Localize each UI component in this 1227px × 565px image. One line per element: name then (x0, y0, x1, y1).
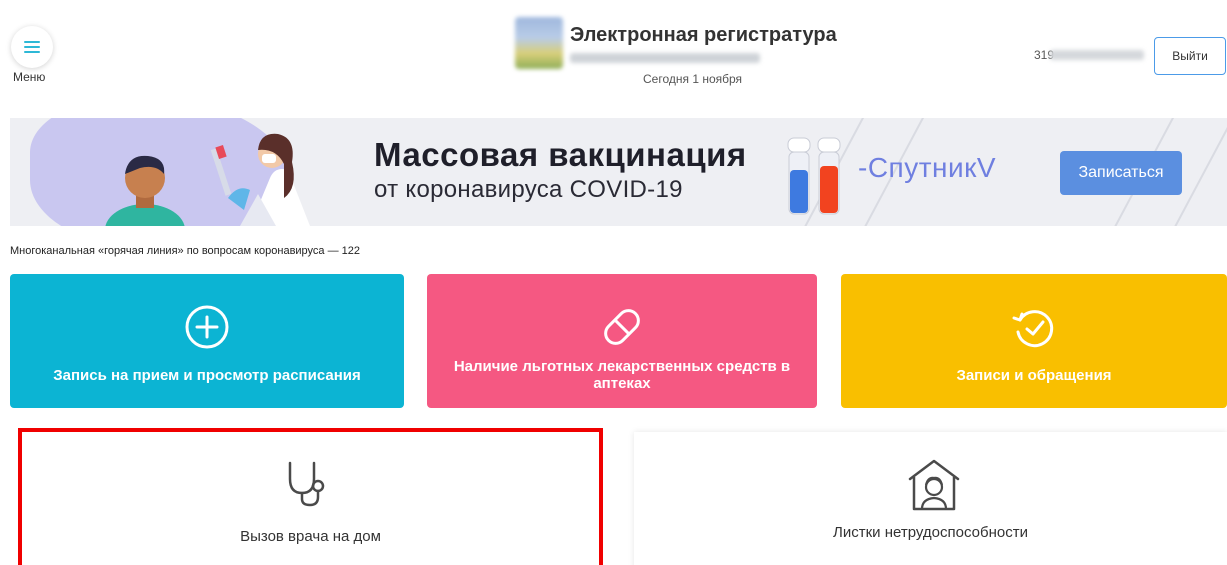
plus-circle-icon (185, 305, 229, 349)
vaccination-illustration (105, 133, 310, 226)
vaccination-banner: Массовая вакцинация от коронавируса COVI… (10, 118, 1227, 226)
today-date: Сегодня 1 ноября (643, 72, 743, 86)
user-id-redacted (1050, 50, 1144, 60)
menu-label: Меню (13, 70, 46, 84)
app-subtitle-redacted (570, 53, 760, 63)
history-clock-icon (1012, 310, 1054, 348)
menu-button[interactable] (11, 26, 53, 68)
signup-button[interactable]: Записаться (1060, 151, 1182, 195)
card-home-doctor[interactable]: Вызов врача на дом (18, 428, 603, 565)
stethoscope-icon (288, 461, 325, 507)
house-person-icon (908, 459, 960, 511)
pill-icon (604, 309, 640, 345)
app-title: Электронная регистратура (570, 24, 837, 46)
tile-appointment-label: Запись на прием и просмотр расписания (53, 367, 361, 384)
hamburger-icon (24, 41, 40, 53)
tile-medicines-label: Наличие льготных лекарственных средств в… (453, 358, 791, 392)
app-logo (515, 17, 563, 69)
tile-appointment[interactable]: Запись на прием и просмотр расписания (10, 274, 404, 408)
logout-button[interactable]: Выйти (1154, 37, 1226, 75)
vaccine-vials-icon (787, 137, 841, 215)
card-sick-leave-label: Листки нетрудоспособности (833, 524, 1028, 541)
tile-records[interactable]: Записи и обращения (841, 274, 1227, 408)
card-sick-leave[interactable]: Листки нетрудоспособности (634, 432, 1227, 565)
tile-records-label: Записи и обращения (956, 367, 1112, 384)
tile-medicines[interactable]: Наличие льготных лекарственных средств в… (427, 274, 817, 408)
hotline-text: Многоканальная «горячая линия» по вопрос… (10, 245, 361, 257)
card-home-doctor-label: Вызов врача на дом (240, 528, 381, 545)
banner-title: Массовая вакцинация (374, 136, 747, 173)
banner-subtitle: от коронавируса COVID-19 (374, 176, 683, 203)
sputnik-brand: -СпутникV (858, 152, 997, 183)
